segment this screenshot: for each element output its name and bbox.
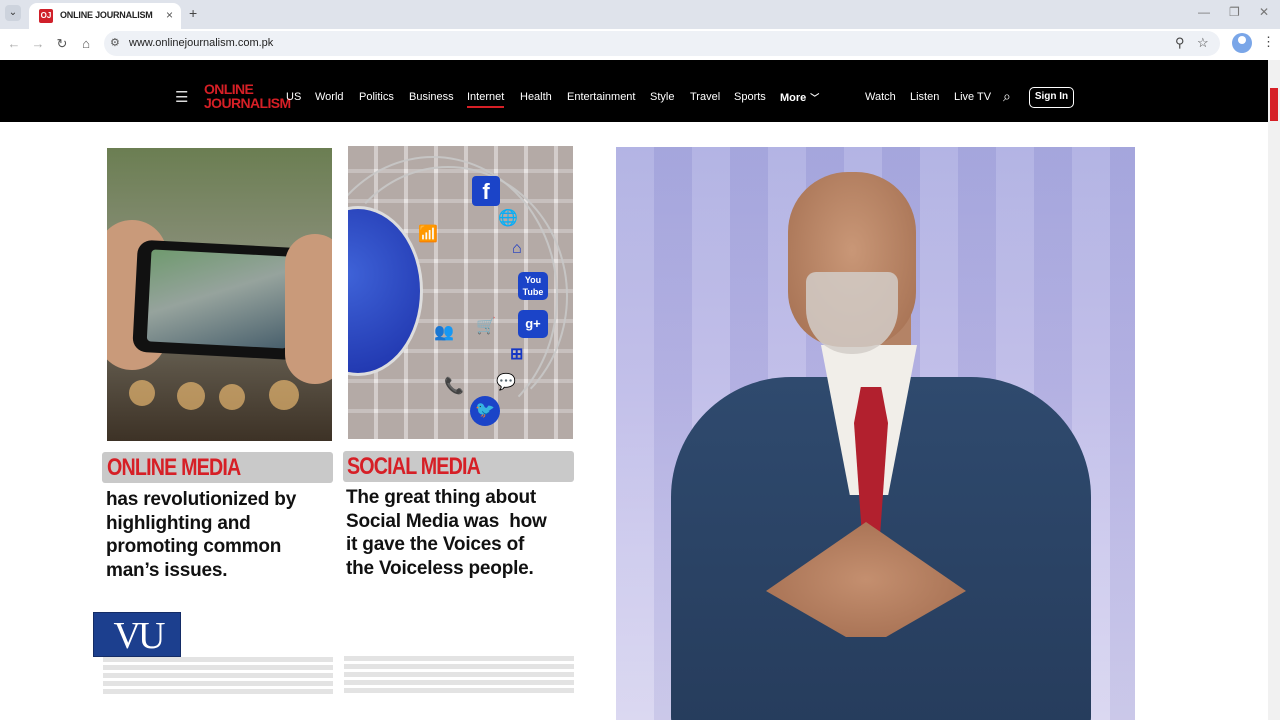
chevron-down-icon: ﹀ [810,93,820,103]
home-icon[interactable]: ⌂ [77,35,95,53]
nav-more[interactable]: More ﹀ [780,91,819,104]
online-media-text: has revolutionized by highlighting and p… [106,489,297,581]
nav-internet[interactable]: Internet [467,91,505,108]
nav-us[interactable]: US [286,91,301,103]
online-media-title: ONLINE MEDIA [107,454,241,481]
vu-logo: VU [93,612,181,657]
back-icon[interactable]: ← [5,35,23,53]
browser-toolbar: ← → ↻ ⌂ ⚙ www.onlinejournalism.com.pk ⚲ … [0,29,1280,60]
scrollbar-thumb[interactable] [1270,88,1278,121]
social-media-label-bar: SOCIAL MEDIA [343,451,574,482]
social-media-text: The great thing about Social Media was h… [346,487,547,579]
youtube-icon: You Tube [518,272,548,300]
nav-business[interactable]: Business [409,91,454,103]
phone-illustration [132,239,306,361]
close-window-icon[interactable]: ✕ [1259,5,1269,19]
social-media-title: SOCIAL MEDIA [347,453,481,480]
windows-icon: ⊞ [510,346,524,363]
phone-icon: 📞 [444,378,464,395]
wifi-icon: 📶 [418,226,438,243]
placeholder-lines-left [103,657,333,695]
address-bar[interactable]: ⚙ www.onlinejournalism.com.pk ⚲ ☆ [104,31,1220,56]
favicon-icon: OJ [39,9,53,23]
presenter-video[interactable] [616,147,1135,720]
site-logo[interactable]: ONLINE JOURNALISM [204,82,291,110]
nav-world[interactable]: World [315,91,344,103]
nav-style[interactable]: Style [650,91,674,103]
tab-close-icon[interactable]: × [166,8,173,22]
people-icon: 👥 [434,324,454,341]
restore-icon[interactable]: ❐ [1229,5,1240,19]
globe-small-icon: 🌐 [498,210,518,227]
browser-menu-icon[interactable]: ⋮ [1262,34,1275,50]
zoom-icon[interactable]: ⚲ [1175,35,1185,51]
url-text[interactable]: www.onlinejournalism.com.pk [129,37,273,49]
minimize-icon[interactable]: — [1198,5,1210,19]
smartphone-photo [107,148,332,441]
nav-sports[interactable]: Sports [734,91,766,103]
bookmark-star-icon[interactable]: ☆ [1197,35,1209,51]
online-media-label-bar: ONLINE MEDIA [102,452,333,483]
page-scrollbar[interactable] [1268,60,1280,720]
cart-icon: 🛒 [476,318,496,335]
nav-health[interactable]: Health [520,91,552,103]
new-tab-icon[interactable]: + [189,5,197,21]
forward-icon[interactable]: → [29,35,47,53]
site-header: ☰ ONLINE JOURNALISM US World Politics Bu… [0,60,1268,122]
social-media-collage: f 🌐 📶 ⌂ You Tube g+ 🛒 👥 ⊞ 💬 📞 🐦 [348,146,573,439]
search-icon[interactable]: ⌕ [1003,88,1011,105]
nav-travel[interactable]: Travel [690,91,720,103]
chat-icon: 💬 [496,374,516,391]
tab-search-icon[interactable]: ⌄ [5,5,21,21]
tab-title: ONLINE JOURNALISM [60,10,153,20]
tab-strip: ⌄ OJ ONLINE JOURNALISM × + — ❐ ✕ [0,0,1280,29]
twitter-icon: 🐦 [470,396,500,426]
placeholder-lines-right [344,656,574,694]
nav-politics[interactable]: Politics [359,91,394,103]
facebook-icon: f [472,176,500,206]
hamburger-menu-icon[interactable]: ☰ [175,88,188,106]
nav-listen[interactable]: Listen [910,91,939,103]
google-plus-icon: g+ [518,310,548,338]
home-small-icon: ⌂ [512,240,522,257]
site-info-icon[interactable]: ⚙ [110,36,120,49]
browser-tab[interactable]: OJ ONLINE JOURNALISM × [29,3,181,29]
nav-live-tv[interactable]: Live TV [954,91,991,103]
reload-icon[interactable]: ↻ [53,35,71,53]
nav-watch[interactable]: Watch [865,91,896,103]
sign-in-button[interactable]: Sign In [1029,87,1074,108]
nav-entertainment[interactable]: Entertainment [567,91,635,103]
profile-avatar[interactable] [1232,33,1252,53]
